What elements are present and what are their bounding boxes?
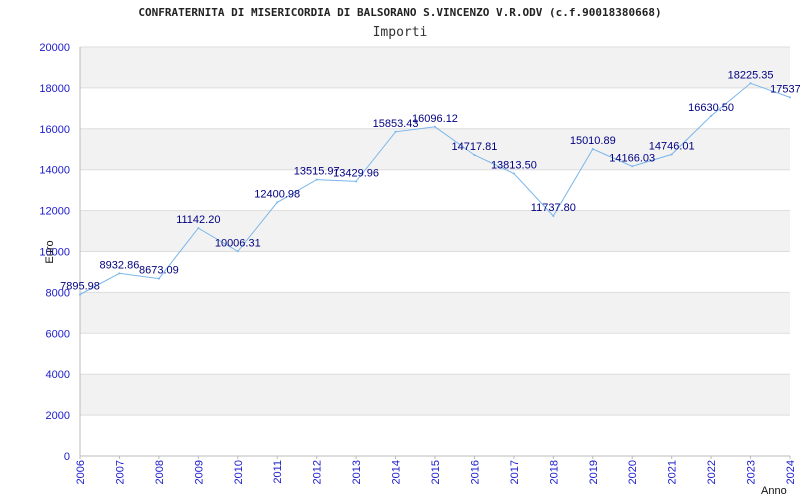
data-label: 15010.89 (570, 135, 616, 147)
grid-band (80, 333, 790, 375)
grid-band (80, 47, 790, 88)
data-point (197, 227, 200, 230)
grid-band (80, 292, 790, 334)
grid-band (80, 251, 790, 293)
grid-band (80, 169, 790, 211)
x-tick-label: 2021 (667, 460, 679, 484)
data-label: 17537.7 (770, 83, 800, 95)
y-tick-label: 12000 (39, 206, 70, 218)
data-label: 14746.01 (649, 140, 695, 152)
y-tick-label: 20000 (39, 42, 70, 54)
data-label: 13813.50 (491, 160, 537, 172)
data-label: 16630.50 (688, 102, 734, 114)
data-label: 14166.03 (609, 152, 655, 164)
data-label: 18225.35 (728, 69, 774, 81)
data-point (315, 178, 318, 181)
data-label: 11142.20 (176, 214, 220, 226)
data-point (394, 130, 397, 133)
x-tick-label: 2011 (272, 460, 284, 484)
data-point (749, 82, 752, 85)
y-tick-label: 0 (64, 451, 70, 463)
y-axis-title: Euro (44, 240, 56, 263)
data-point (236, 250, 239, 253)
data-point (473, 154, 476, 157)
data-label: 13429.96 (333, 167, 379, 179)
x-tick-label: 2015 (430, 460, 442, 484)
x-tick-label: 2023 (746, 460, 758, 484)
x-tick-label: 2016 (469, 460, 481, 484)
x-tick-label: 2020 (627, 460, 639, 484)
x-tick-label: 2018 (548, 460, 560, 484)
x-tick-label: 2006 (75, 460, 87, 484)
y-tick-label: 14000 (39, 165, 70, 177)
data-point (552, 214, 555, 217)
data-point (355, 180, 358, 183)
data-point (157, 277, 160, 280)
x-tick-label: 2024 (785, 460, 797, 484)
data-point (631, 165, 634, 168)
data-label: 16096.12 (412, 113, 458, 125)
data-label: 8932.86 (100, 259, 140, 271)
data-point (789, 96, 791, 99)
data-label: 14717.81 (451, 141, 497, 153)
data-label: 12400.98 (254, 188, 300, 200)
y-tick-label: 4000 (46, 369, 70, 381)
data-label: 11737.80 (531, 202, 576, 214)
x-tick-label: 2022 (706, 460, 718, 484)
data-point (79, 293, 81, 296)
line-chart: 0200040006000800010000120001400016000180… (39, 42, 800, 497)
x-axis-title: Anno (761, 485, 787, 497)
y-tick-label: 16000 (39, 124, 70, 136)
data-point (512, 172, 515, 175)
data-point (591, 148, 594, 151)
data-label: 7895.98 (60, 281, 100, 293)
data-label: 10006.31 (215, 237, 261, 249)
data-label: 8673.09 (139, 265, 179, 277)
x-tick-label: 2013 (351, 460, 363, 484)
x-tick-label: 2012 (312, 460, 324, 484)
data-point (118, 272, 121, 275)
y-tick-label: 2000 (46, 410, 70, 422)
x-tick-label: 2010 (233, 460, 245, 484)
y-tick-label: 6000 (46, 328, 70, 340)
data-point (710, 114, 713, 117)
x-tick-label: 2017 (509, 460, 521, 484)
x-tick-label: 2007 (114, 460, 126, 484)
grid-band (80, 415, 790, 456)
grid-band (80, 374, 790, 416)
x-tick-label: 2008 (154, 460, 166, 484)
data-point (276, 201, 279, 204)
x-tick-label: 2014 (391, 460, 403, 484)
data-point (434, 125, 436, 128)
data-point (670, 153, 673, 156)
x-tick-label: 2019 (588, 460, 600, 484)
y-tick-label: 18000 (39, 83, 70, 95)
x-tick-label: 2009 (193, 460, 205, 484)
x-tick-labels: 2006 2007 2008 2009 2010 2011 2012 2013 2014 2015… (75, 456, 797, 484)
